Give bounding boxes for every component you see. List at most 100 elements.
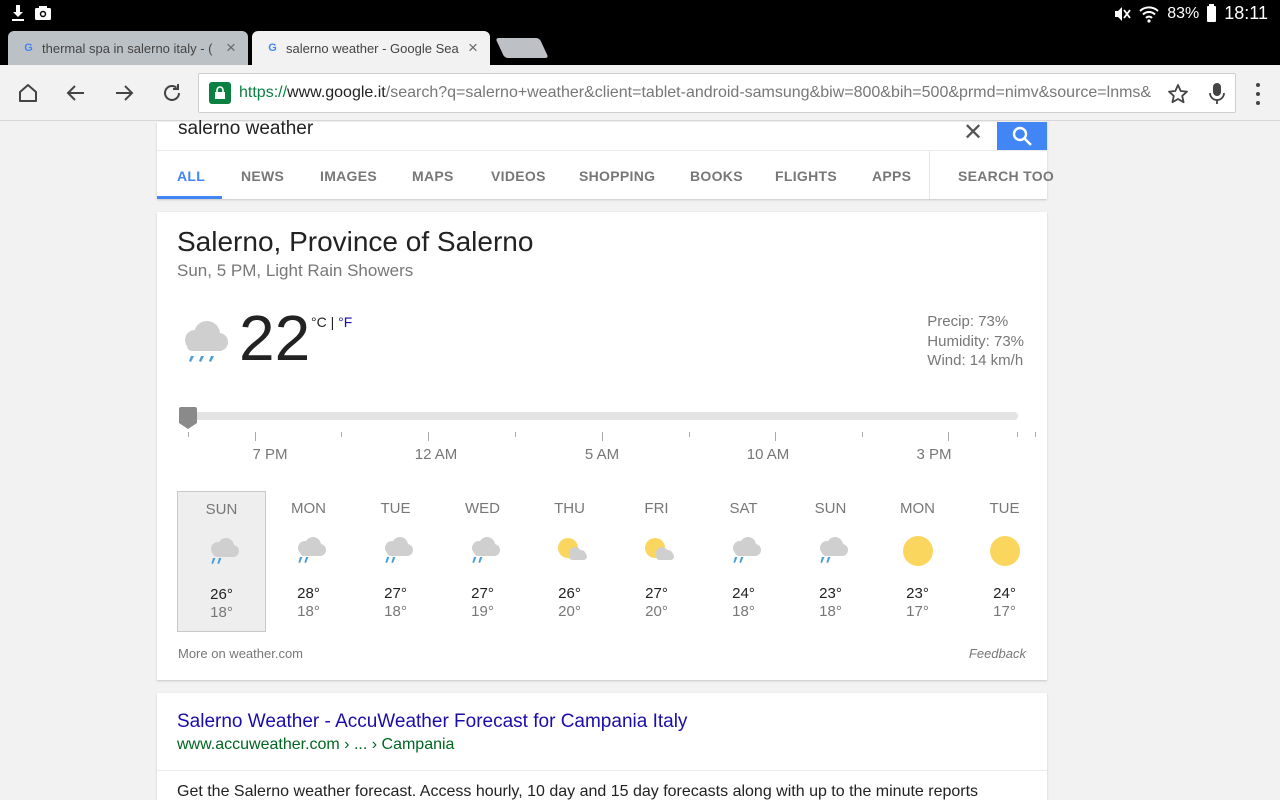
weather-location: Salerno, Province of Salerno bbox=[177, 226, 534, 257]
day-low-temp: 18° bbox=[384, 603, 407, 620]
divider bbox=[157, 770, 1047, 771]
search-button[interactable] bbox=[997, 122, 1047, 150]
back-button[interactable] bbox=[62, 79, 90, 107]
close-tab-icon[interactable]: × bbox=[466, 39, 480, 56]
address-bar[interactable]: https://www.google.it/search?q=salerno+w… bbox=[198, 73, 1236, 113]
forecast-day[interactable]: MON 23° 17° bbox=[873, 491, 962, 632]
wifi-icon bbox=[1139, 5, 1159, 23]
slider-major-tick bbox=[602, 432, 603, 441]
slider-minor-tick bbox=[689, 432, 690, 437]
time-label: 10 AM bbox=[746, 446, 790, 463]
day-name: MON bbox=[291, 500, 326, 517]
microphone-icon[interactable] bbox=[1209, 82, 1225, 106]
browser-tab-salerno-weather[interactable]: G salerno weather - Google Sea × bbox=[252, 31, 490, 65]
day-high-temp: 27° bbox=[645, 585, 668, 602]
forward-button[interactable] bbox=[110, 79, 138, 107]
home-button[interactable] bbox=[14, 79, 42, 107]
day-low-temp: 18° bbox=[297, 603, 320, 620]
forecast-day[interactable]: MON 28° 18° bbox=[264, 491, 353, 632]
day-low-temp: 17° bbox=[906, 603, 929, 620]
feedback-link[interactable]: Feedback bbox=[969, 646, 1026, 661]
forecast-day[interactable]: WED 27° 19° bbox=[438, 491, 527, 632]
tab-title: salerno weather - Google Sea bbox=[286, 40, 459, 56]
weather-details: Precip: 73% Humidity: 73% Wind: 14 km/h bbox=[927, 312, 1024, 371]
tab-news[interactable]: NEWS bbox=[241, 168, 284, 184]
reload-button[interactable] bbox=[158, 79, 186, 107]
url-text: https://www.google.it/search?q=salerno+w… bbox=[239, 84, 1157, 102]
unit-celsius[interactable]: °C bbox=[311, 314, 327, 330]
day-name: SUN bbox=[205, 501, 238, 518]
rain-showers-icon bbox=[178, 536, 265, 566]
tab-maps[interactable]: MAPS bbox=[412, 168, 454, 184]
browser-tab-thermal-spa[interactable]: G thermal spa in salerno italy - ( × bbox=[8, 31, 248, 65]
more-weather-link[interactable]: More on weather.com bbox=[178, 646, 303, 661]
unit-fahrenheit[interactable]: °F bbox=[338, 314, 352, 330]
new-tab-button[interactable] bbox=[495, 38, 549, 58]
forecast-day[interactable]: SUN 26° 18° bbox=[177, 491, 266, 632]
url-host: www.google.it bbox=[287, 84, 386, 101]
close-tab-icon[interactable]: × bbox=[224, 39, 238, 56]
rain-cloud-icon bbox=[185, 321, 228, 362]
time-label: 5 AM bbox=[584, 446, 620, 463]
tab-flights[interactable]: FLIGHTS bbox=[775, 168, 837, 184]
tab-videos[interactable]: VIDEOS bbox=[491, 168, 546, 184]
day-high-temp: 24° bbox=[993, 585, 1016, 602]
time-label: 7 PM bbox=[252, 446, 288, 463]
search-query-input[interactable]: salerno weather bbox=[178, 118, 313, 140]
tab-books[interactable]: BOOKS bbox=[690, 168, 743, 184]
search-icon bbox=[1012, 126, 1032, 146]
url-scheme: https:// bbox=[239, 84, 288, 101]
day-name: MON bbox=[900, 500, 935, 517]
forecast-day[interactable]: TUE 27° 18° bbox=[351, 491, 440, 632]
tab-apps[interactable]: APPS bbox=[872, 168, 911, 184]
tab-shopping[interactable]: SHOPPING bbox=[579, 168, 655, 184]
clear-search-icon[interactable]: ✕ bbox=[963, 118, 983, 147]
hour-slider-handle[interactable] bbox=[178, 407, 198, 429]
google-favicon-icon: G bbox=[268, 42, 277, 54]
rain-showers-icon bbox=[264, 535, 353, 565]
tab-search-tools[interactable]: SEARCH TOO bbox=[958, 168, 1054, 184]
slider-minor-tick bbox=[341, 432, 342, 437]
tab-images[interactable]: IMAGES bbox=[320, 168, 377, 184]
reload-icon bbox=[164, 84, 180, 101]
status-bar: 83% 18:11 bbox=[0, 0, 1280, 28]
forecast-day[interactable]: TUE 24° 17° bbox=[960, 491, 1049, 632]
day-high-temp: 28° bbox=[297, 585, 320, 602]
day-high-temp: 27° bbox=[384, 585, 407, 602]
humidity: Humidity: 73% bbox=[927, 332, 1024, 350]
search-header: salerno weather ✕ ALL NEWS IMAGES MAPS V… bbox=[157, 118, 1054, 199]
day-low-temp: 20° bbox=[558, 603, 581, 620]
battery-icon bbox=[1207, 3, 1217, 22]
day-name: WED bbox=[465, 500, 500, 517]
overflow-menu-button[interactable] bbox=[1248, 83, 1268, 105]
forward-arrow-icon bbox=[116, 85, 134, 101]
sunny-icon bbox=[960, 535, 1049, 566]
forecast-day[interactable]: THU 26° 20° bbox=[525, 491, 614, 632]
slider-minor-tick bbox=[188, 432, 189, 437]
mute-icon bbox=[1115, 6, 1131, 21]
day-name: SUN bbox=[814, 500, 847, 517]
forecast-day[interactable]: SUN 23° 18° bbox=[786, 491, 875, 632]
day-low-temp: 18° bbox=[210, 604, 233, 621]
lock-icon bbox=[209, 82, 231, 104]
sunny-icon bbox=[873, 535, 962, 566]
day-low-temp: 19° bbox=[471, 603, 494, 620]
day-high-temp: 23° bbox=[906, 585, 929, 602]
partly-cloudy-icon bbox=[525, 535, 614, 565]
result-title-link[interactable]: Salerno Weather - AccuWeather Forecast f… bbox=[177, 711, 687, 733]
hour-slider-track[interactable] bbox=[187, 412, 1018, 420]
battery-percentage: 83% bbox=[1167, 4, 1200, 22]
bookmark-star-icon[interactable] bbox=[1167, 83, 1189, 105]
slider-major-tick bbox=[428, 432, 429, 441]
slider-major-tick bbox=[255, 432, 256, 441]
home-icon bbox=[19, 84, 37, 102]
search-result: Salerno Weather - AccuWeather Forecast f… bbox=[157, 693, 1047, 800]
result-url[interactable]: www.accuweather.com › ... › Campania bbox=[177, 736, 454, 754]
weather-condition: Sun, 5 PM, Light Rain Showers bbox=[177, 261, 414, 280]
download-icon bbox=[12, 5, 24, 21]
result-snippet: Get the Salerno weather forecast. Access… bbox=[177, 783, 979, 800]
forecast-day[interactable]: SAT 24° 18° bbox=[699, 491, 788, 632]
tab-all[interactable]: ALL bbox=[177, 168, 205, 184]
forecast-day[interactable]: FRI 27° 20° bbox=[612, 491, 701, 632]
day-low-temp: 17° bbox=[993, 603, 1016, 620]
